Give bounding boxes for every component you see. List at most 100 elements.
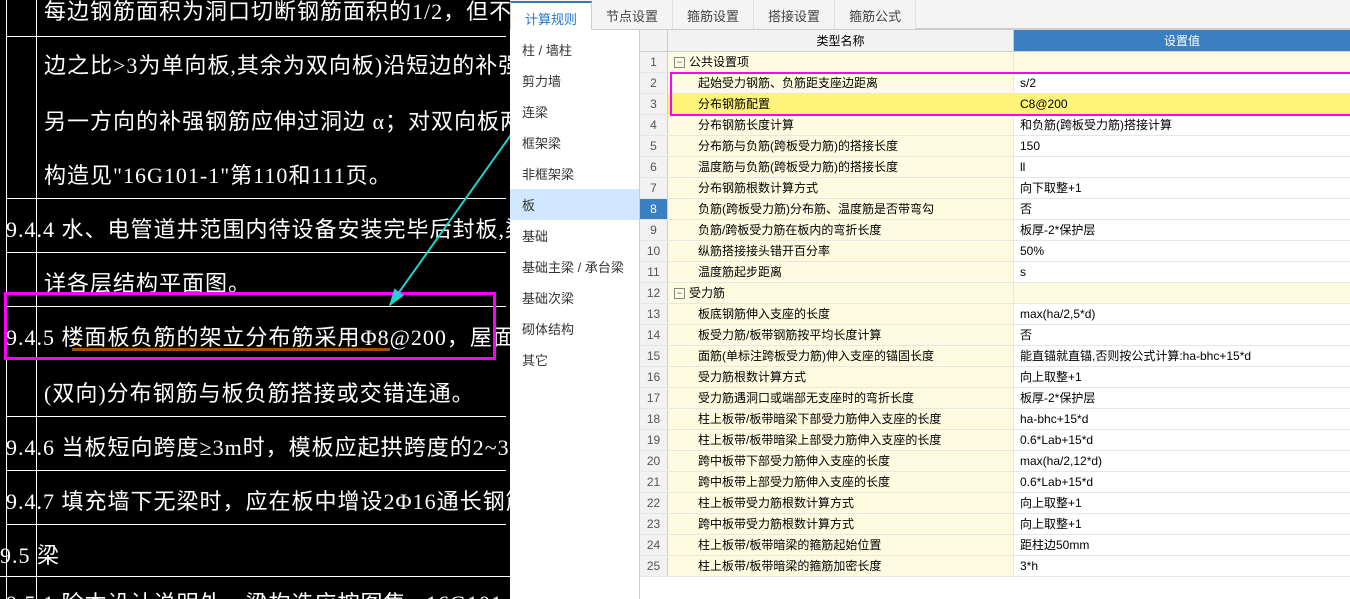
grid-data-row[interactable]: 2起始受力钢筋、负筋距支座边距离s/2: [640, 73, 1350, 94]
grid-data-row[interactable]: 24柱上板带/板带暗梁的箍筋起始位置距柱边50mm: [640, 535, 1350, 556]
row-name-cell: 分布钢筋根数计算方式: [668, 178, 1014, 198]
row-value-cell[interactable]: 能直锚就直锚,否则按公式计算:ha-bhc+15*d: [1014, 346, 1350, 366]
grid-data-row[interactable]: 13板底钢筋伸入支座的长度max(ha/2,5*d): [640, 304, 1350, 325]
row-number: 17: [640, 388, 668, 408]
row-value-cell[interactable]: C8@200: [1014, 94, 1350, 114]
grid-data-row[interactable]: 18柱上板带/板带暗梁下部受力筋伸入支座的长度ha-bhc+15*d: [640, 409, 1350, 430]
sidebar-item-slab[interactable]: 板: [510, 189, 639, 220]
row-name-cell: 板受力筋/板带钢筋按平均长度计算: [668, 325, 1014, 345]
row-value-cell[interactable]: 向上取整+1: [1014, 514, 1350, 534]
grid-data-row[interactable]: 5分布筋与负筋(跨板受力筋)的搭接长度150: [640, 136, 1350, 157]
grid-data-row[interactable]: 20跨中板带下部受力筋伸入支座的长度max(ha/2,12*d): [640, 451, 1350, 472]
row-value-cell[interactable]: ha-bhc+15*d: [1014, 409, 1350, 429]
cad-text-line: 9.4.4 水、电管道井范围内待设备安装完毕后封板,梁(墙)中预留: [6, 212, 510, 244]
grid-data-row[interactable]: 6温度筋与负筋(跨板受力筋)的搭接长度ll: [640, 157, 1350, 178]
grid-data-row[interactable]: 16受力筋根数计算方式向上取整+1: [640, 367, 1350, 388]
row-name-cell: 跨中板带受力筋根数计算方式: [668, 514, 1014, 534]
row-name-cell: 负筋(跨板受力筋)分布筋、温度筋是否带弯勾: [668, 199, 1014, 219]
sidebar-item-oth[interactable]: 其它: [510, 344, 639, 375]
row-name-cell: 柱上板带/板带暗梁的箍筋起始位置: [668, 535, 1014, 555]
grid-header: 类型名称 设置值: [640, 30, 1350, 52]
sidebar-item-gb[interactable]: 基础主梁 / 承台梁: [510, 251, 639, 282]
grid-data-row[interactable]: 9负筋/跨板受力筋在板内的弯折长度板厚-2*保护层: [640, 220, 1350, 241]
row-name-cell: 面筋(单标注跨板受力筋)伸入支座的锚固长度: [668, 346, 1014, 366]
row-value-cell[interactable]: 0.6*Lab+15*d: [1014, 472, 1350, 492]
grid-data-row[interactable]: 11温度筋起步距离s: [640, 262, 1350, 283]
cad-text-line: (双向)分布钢筋与板负筋搭接或交错连通。: [44, 376, 475, 408]
tab-stir[interactable]: 箍筋设置: [673, 0, 754, 29]
tab-node[interactable]: 节点设置: [592, 0, 673, 29]
cad-text-line: 构造见"16G101-1"第110和111页。: [44, 158, 392, 190]
row-name-cell: 柱上板带受力筋根数计算方式: [668, 493, 1014, 513]
row-value-cell[interactable]: 向下取整+1: [1014, 178, 1350, 198]
grid-data-row[interactable]: 14板受力筋/板带钢筋按平均长度计算否: [640, 325, 1350, 346]
row-value-cell: [1014, 52, 1350, 72]
row-value-cell[interactable]: 向上取整+1: [1014, 493, 1350, 513]
sidebar-item-fnd[interactable]: 基础: [510, 220, 639, 251]
row-number: 23: [640, 514, 668, 534]
row-number: 1: [640, 52, 668, 72]
row-name-cell: 柱上板带/板带暗梁下部受力筋伸入支座的长度: [668, 409, 1014, 429]
grid-data-row[interactable]: 15面筋(单标注跨板受力筋)伸入支座的锚固长度能直锚就直锚,否则按公式计算:ha…: [640, 346, 1350, 367]
grid-group-row[interactable]: 12−受力筋: [640, 283, 1350, 304]
grid-group-row[interactable]: 1−公共设置项: [640, 52, 1350, 73]
grid-data-row[interactable]: 17受力筋遇洞口或端部无支座时的弯折长度板厚-2*保护层: [640, 388, 1350, 409]
row-name-cell: 起始受力钢筋、负筋距支座边距离: [668, 73, 1014, 93]
grid-data-row[interactable]: 8负筋(跨板受力筋)分布筋、温度筋是否带弯勾否: [640, 199, 1350, 220]
row-value-cell[interactable]: s/2: [1014, 73, 1350, 93]
sidebar-item-col[interactable]: 柱 / 墙柱: [510, 34, 639, 65]
row-number: 12: [640, 283, 668, 303]
grid-data-row[interactable]: 3分布钢筋配置C8@200: [640, 94, 1350, 115]
settings-grid: 类型名称 设置值 1−公共设置项2起始受力钢筋、负筋距支座边距离s/23分布钢筋…: [640, 30, 1350, 599]
row-value-cell[interactable]: 50%: [1014, 241, 1350, 261]
grid-data-row[interactable]: 10纵筋搭接接头错开百分率50%: [640, 241, 1350, 262]
grid-data-row[interactable]: 4分布钢筋长度计算和负筋(跨板受力筋)搭接计算: [640, 115, 1350, 136]
sidebar-item-nfb[interactable]: 非框架梁: [510, 158, 639, 189]
row-value-cell[interactable]: 向上取整+1: [1014, 367, 1350, 387]
row-value-cell[interactable]: 3*h: [1014, 556, 1350, 576]
grid-data-row[interactable]: 21跨中板带上部受力筋伸入支座的长度0.6*Lab+15*d: [640, 472, 1350, 493]
row-value-cell[interactable]: 和负筋(跨板受力筋)搭接计算: [1014, 115, 1350, 135]
row-number: 21: [640, 472, 668, 492]
row-name-cell: 柱上板带/板带暗梁上部受力筋伸入支座的长度: [668, 430, 1014, 450]
row-number: 24: [640, 535, 668, 555]
sidebar-item-sw[interactable]: 剪力墙: [510, 65, 639, 96]
collapse-toggle-icon[interactable]: −: [674, 288, 685, 299]
cad-text-line: 边之比>3为单向板,其余为双向板)沿短边的补强钢筋应伸至: [44, 48, 510, 80]
row-value-cell[interactable]: max(ha/2,5*d): [1014, 304, 1350, 324]
collapse-toggle-icon[interactable]: −: [674, 57, 685, 68]
row-value-cell[interactable]: ll: [1014, 157, 1350, 177]
grid-data-row[interactable]: 25柱上板带/板带暗梁的箍筋加密长度3*h: [640, 556, 1350, 577]
grid-data-row[interactable]: 7分布钢筋根数计算方式向下取整+1: [640, 178, 1350, 199]
settings-panel: 计算规则节点设置箍筋设置搭接设置箍筋公式 柱 / 墙柱剪力墙连梁框架梁非框架梁板…: [510, 0, 1350, 599]
grid-data-row[interactable]: 22柱上板带受力筋根数计算方式向上取整+1: [640, 493, 1350, 514]
grid-data-row[interactable]: 19柱上板带/板带暗梁上部受力筋伸入支座的长度0.6*Lab+15*d: [640, 430, 1350, 451]
row-number: 15: [640, 346, 668, 366]
row-value-cell[interactable]: s: [1014, 262, 1350, 282]
tab-calc[interactable]: 计算规则: [510, 1, 592, 30]
row-value-cell[interactable]: 距柱边50mm: [1014, 535, 1350, 555]
cad-text-line: 9.4.7 填充墙下无梁时，应在板中增设2Φ16通长钢筋(置于板底): [6, 484, 510, 516]
row-number: 6: [640, 157, 668, 177]
row-name-cell: −公共设置项: [668, 52, 1014, 72]
sidebar-item-cb[interactable]: 连梁: [510, 96, 639, 127]
cad-drawing-panel: 每边钢筋面积为洞口切断钢筋面积的1/2，但不得小于2Φ12。边之比>3为单向板,…: [0, 0, 510, 599]
tab-form[interactable]: 箍筋公式: [835, 0, 916, 29]
row-number: 8: [640, 199, 668, 219]
row-value-cell[interactable]: max(ha/2,12*d): [1014, 451, 1350, 471]
row-value-cell[interactable]: 否: [1014, 199, 1350, 219]
row-number: 22: [640, 493, 668, 513]
row-value-cell[interactable]: 板厚-2*保护层: [1014, 388, 1350, 408]
sidebar-item-gb2[interactable]: 基础次梁: [510, 282, 639, 313]
tab-lap[interactable]: 搭接设置: [754, 0, 835, 29]
sidebar-item-mas[interactable]: 砌体结构: [510, 313, 639, 344]
row-value-cell[interactable]: 板厚-2*保护层: [1014, 220, 1350, 240]
row-name-cell: 分布钢筋配置: [668, 94, 1014, 114]
sidebar-item-fb[interactable]: 框架梁: [510, 127, 639, 158]
row-number: 5: [640, 136, 668, 156]
grid-data-row[interactable]: 23跨中板带受力筋根数计算方式向上取整+1: [640, 514, 1350, 535]
row-value-cell[interactable]: 0.6*Lab+15*d: [1014, 430, 1350, 450]
row-value-cell[interactable]: 150: [1014, 136, 1350, 156]
row-name-cell: 跨中板带下部受力筋伸入支座的长度: [668, 451, 1014, 471]
row-value-cell[interactable]: 否: [1014, 325, 1350, 345]
